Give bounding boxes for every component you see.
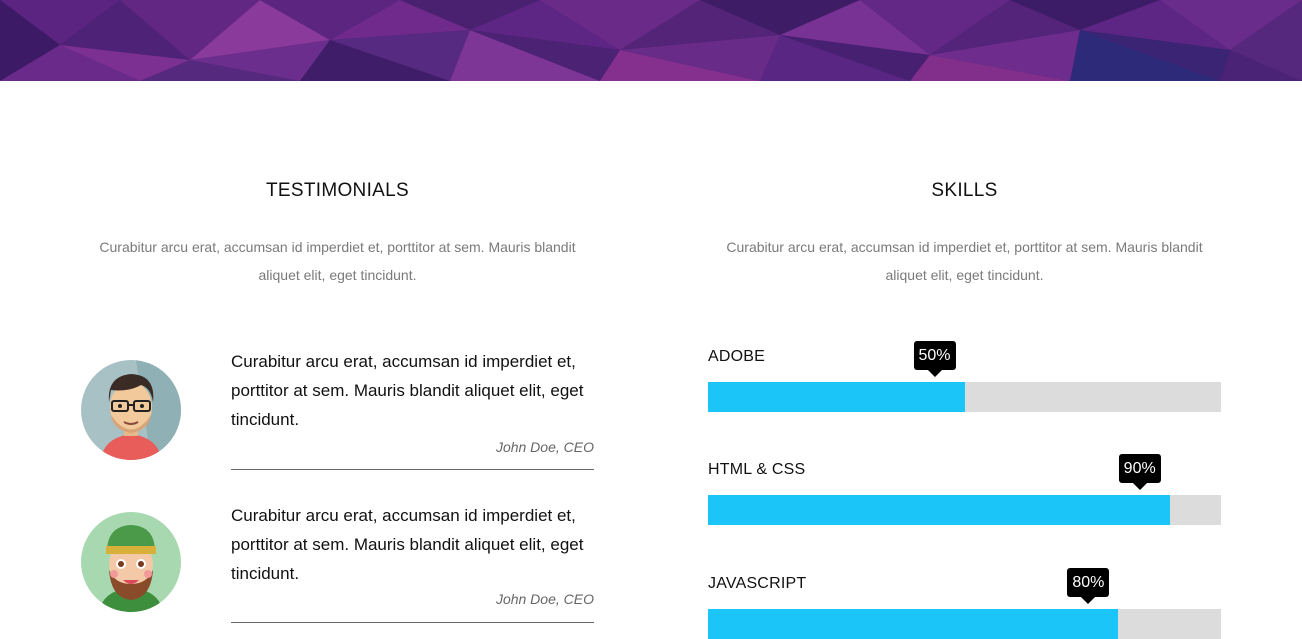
- skill-progress-fill: [708, 382, 965, 412]
- bearded-man-with-cap-avatar: [81, 512, 181, 612]
- testimonial-author: John Doe, CEO: [495, 591, 594, 607]
- skills-description: Curabitur arcu erat, accumsan id imperdi…: [726, 239, 1203, 283]
- skill-progress-fill: [708, 495, 1170, 525]
- hero-banner: [0, 0, 1302, 81]
- testimonials-title: TESTIMONIALS: [266, 180, 409, 201]
- testimonial-divider: [231, 469, 594, 470]
- skill-progress-fill: [708, 609, 1119, 639]
- skill-progress-bar: [708, 609, 1221, 639]
- man-with-glasses-avatar: [81, 360, 181, 460]
- skill-label: ADOBE: [708, 348, 766, 365]
- testimonials-description: Curabitur arcu erat, accumsan id imperdi…: [99, 239, 576, 283]
- skill-percent-tooltip: 50%: [913, 341, 956, 377]
- testimonial-author: John Doe, CEO: [495, 439, 594, 455]
- skill-percent-tooltip: 90%: [1118, 454, 1161, 490]
- skill-progress-bar: [708, 382, 1221, 412]
- skill-percent-tooltip: 80%: [1067, 568, 1110, 604]
- skill-label: JAVASCRIPT: [708, 575, 807, 592]
- skills-title: SKILLS: [931, 180, 998, 201]
- testimonial-divider: [231, 622, 594, 623]
- testimonial-quote: Curabitur arcu erat, accumsan id imperdi…: [231, 352, 584, 429]
- skill-label: HTML & CSS: [708, 461, 806, 478]
- testimonial-item: Curabitur arcu erat, accumsan id imperdi…: [81, 506, 594, 625]
- testimonial-quote: Curabitur arcu erat, accumsan id imperdi…: [231, 506, 584, 583]
- hero-polygon-background: [0, 0, 1302, 81]
- testimonial-item: Curabitur arcu erat, accumsan id imperdi…: [81, 352, 594, 475]
- skill-progress-bar: [708, 495, 1221, 525]
